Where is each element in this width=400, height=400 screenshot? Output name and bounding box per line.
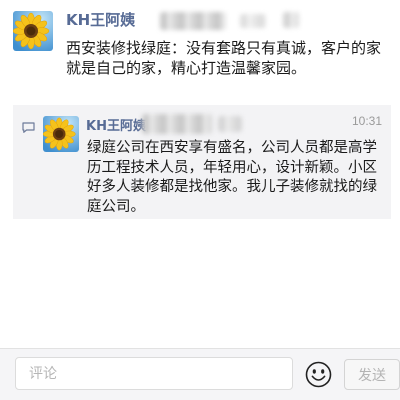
sunflower-avatar-icon <box>13 11 53 51</box>
redacted-name-blur <box>160 12 226 30</box>
send-button[interactable]: 发送 <box>344 359 400 390</box>
emoji-icon[interactable] <box>305 361 332 388</box>
sunflower-avatar-icon <box>43 116 79 152</box>
post-author-name[interactable]: KH王阿姨 <box>66 9 135 30</box>
redacted-name-blur <box>240 14 266 28</box>
comment-author-name[interactable]: KH王阿姨 <box>86 115 146 134</box>
redacted-name-blur <box>142 114 212 134</box>
post-text: 西安装修找绿庭：没有套路只有真诚，客户的家就是自己的家，精心打造温馨家园。 <box>66 39 382 77</box>
comment-timestamp: 10:31 <box>351 114 382 128</box>
comment-bubble-icon <box>22 122 35 133</box>
post-author-avatar[interactable] <box>13 11 53 51</box>
comment-text: 绿庭公司在西安享有盛名，公司人员都是高学历工程技术人员，年轻用心，设计新颖。小区… <box>87 140 377 215</box>
moment-post: KH王阿姨 西安装修找绿庭：没有套路只有真诚，客户的家就是自己的家，精心打造温馨… <box>0 0 400 96</box>
comment-input[interactable] <box>15 357 293 390</box>
redacted-name-blur <box>218 116 242 132</box>
moments-detail-screen: KH王阿姨 西安装修找绿庭：没有套路只有真诚，客户的家就是自己的家，精心打造温馨… <box>0 0 400 400</box>
comment-author-avatar[interactable] <box>43 116 79 152</box>
redacted-name-blur <box>283 12 299 28</box>
